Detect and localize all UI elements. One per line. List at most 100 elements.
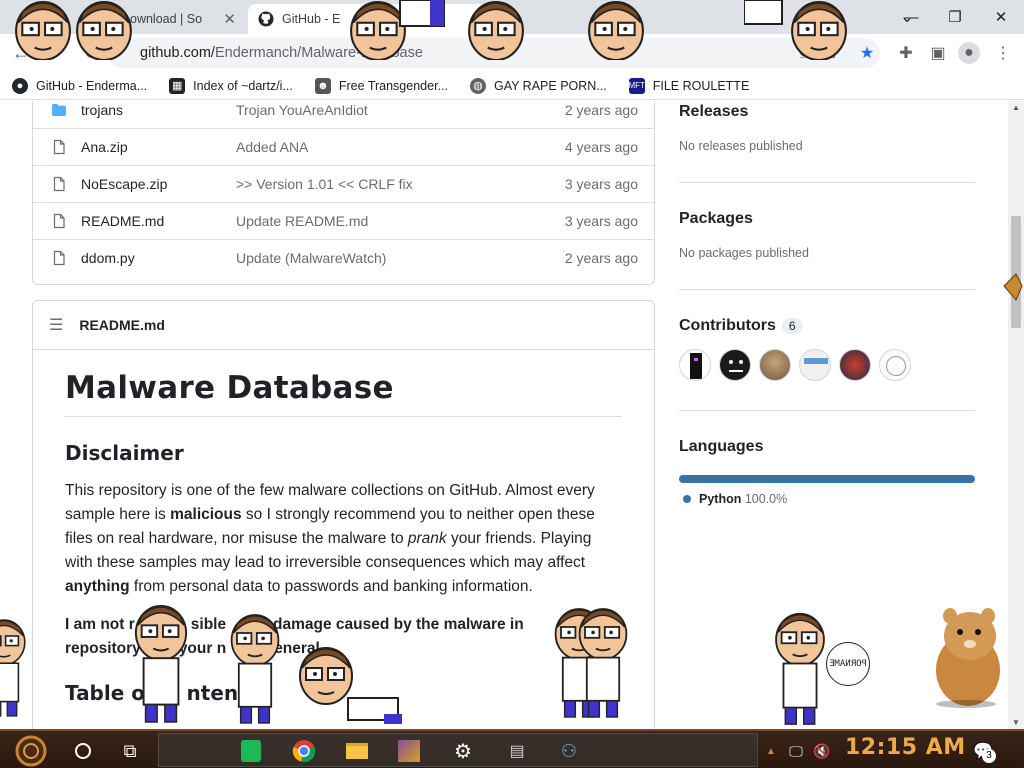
responsibility-paragraph: I am not r sible y damage caused by the ma… (65, 616, 524, 657)
file-row[interactable]: NoEscape.zip >> Version 1.01 << CRLF fix… (33, 165, 654, 202)
commit-message[interactable]: >> Version 1.01 << CRLF fix (236, 176, 413, 192)
close-button[interactable]: ✕ (978, 4, 1024, 30)
scroll-up-icon[interactable]: ▲ (1012, 103, 1020, 112)
mft-icon: MFT (629, 77, 645, 94)
address-bar[interactable]: github.com/Endermanch/Malware-Database (108, 38, 880, 68)
readme-panel: ☰ README.md Malware Database Disclaimer … (32, 300, 655, 729)
language-dot (683, 495, 691, 503)
avatar[interactable] (839, 349, 871, 381)
chrome-icon[interactable] (288, 735, 320, 767)
task-manager-icon[interactable]: ▤ (502, 735, 532, 767)
file-icon (53, 176, 65, 192)
side-panel-icon[interactable]: ▣ (927, 42, 949, 64)
tab-download[interactable]: ownload | So ✕ (0, 4, 246, 34)
winrar-icon[interactable] (394, 735, 424, 767)
divider (679, 289, 975, 290)
page-scrollbar[interactable]: ▲ ▼ (1008, 101, 1024, 729)
tray-overflow-icon[interactable]: ▲ (764, 735, 778, 767)
readme-filename[interactable]: README.md (79, 317, 165, 333)
releases-heading[interactable]: Releases (679, 103, 975, 121)
bookmark-label: Index of ~dartz/i... (193, 78, 293, 93)
file-name[interactable]: Ana.zip (81, 139, 128, 155)
menu-kebab-icon[interactable]: ⋮ (992, 42, 1014, 64)
contributor-avatars (679, 349, 975, 381)
bookmark-label: Free Transgender... (338, 78, 448, 93)
commit-message[interactable]: Update (MalwareWatch) (236, 250, 386, 266)
avatar[interactable] (719, 349, 751, 381)
bookmark-index-dartz[interactable]: ▦ Index of ~dartz/i... (169, 77, 293, 94)
profile-avatar-icon[interactable]: ● (958, 42, 980, 64)
bookmark-file-roulette[interactable]: MFT FILE ROULETTE (629, 77, 749, 94)
commit-time: 3 years ago (564, 213, 638, 229)
commit-message[interactable]: Added ANA (236, 139, 308, 155)
commit-message[interactable]: Update README.md (236, 213, 368, 229)
steampunk-orb-icon (15, 735, 47, 767)
bookmark-free-transgender[interactable]: ☻ Free Transgender... (314, 77, 448, 94)
tab-github[interactable]: GitHub - E (248, 4, 488, 34)
taskbar-clock[interactable]: 12:15 AM (845, 735, 966, 760)
file-name[interactable]: NoEscape.zip (81, 176, 167, 192)
file-icon (53, 139, 65, 155)
reload-icon[interactable]: ↻ (78, 41, 104, 65)
notes-app-icon[interactable] (236, 735, 266, 767)
github-icon: ● (12, 77, 28, 94)
bookmark-label: GAY RAPE PORN... (493, 78, 607, 93)
packages-heading[interactable]: Packages (679, 210, 975, 228)
avatar[interactable] (679, 349, 711, 381)
scrollbar-thumb[interactable] (1011, 216, 1021, 328)
scroll-down-icon[interactable]: ▼ (1012, 718, 1020, 727)
url-path: Endermanch/Malware-Database (214, 45, 423, 61)
bookmark-github[interactable]: ● GitHub - Enderma... (12, 77, 148, 94)
file-row[interactable]: Ana.zip Added ANA 4 years ago (33, 128, 654, 165)
avatar[interactable] (879, 349, 911, 381)
file-name[interactable]: trojans (81, 102, 123, 118)
bookmark-label: GitHub - Enderma... (36, 78, 148, 93)
search-circle-icon[interactable] (66, 735, 100, 767)
folder-icon (52, 103, 66, 116)
bookmark-globe[interactable]: ◍ GAY RAPE PORN... (469, 77, 607, 94)
bookmarks-bar: ● GitHub - Enderma... ▦ Index of ~dartz/i.… (0, 72, 1024, 100)
tab-strip: ownload | So ✕ GitHub - E ⌄ — ❐ ✕ (0, 0, 1024, 34)
network-icon[interactable]: 🖵 (786, 735, 806, 767)
language-bar (679, 475, 975, 483)
avatar[interactable] (799, 349, 831, 381)
share-icon[interactable]: ⇪ (822, 42, 844, 64)
language-name: Python (699, 492, 742, 506)
file-icon (53, 250, 65, 266)
close-tab-icon[interactable]: ✕ (223, 10, 236, 28)
contributors-heading[interactable]: Contributors 6 (679, 317, 975, 335)
readme-title: Malware Database (65, 370, 622, 417)
restore-button[interactable]: ❐ (932, 4, 978, 30)
commit-time: 3 years ago (564, 176, 638, 192)
avatar[interactable] (759, 349, 791, 381)
readme-body: Malware Database Disclaimer This reposit… (33, 350, 654, 705)
commit-time: 2 years ago (564, 101, 638, 118)
releases-section: Releases No releases published (679, 103, 975, 153)
settings-gear-icon[interactable]: ⚙ (448, 735, 478, 767)
start-button[interactable] (8, 735, 54, 767)
file-row[interactable]: trojans Trojan YouAreAnIdiot 2 years ago (33, 101, 654, 128)
globe-icon: ◍ (469, 77, 486, 94)
task-view-icon[interactable]: ⧉ (112, 735, 148, 767)
disclaimer-heading: Disclaimer (65, 441, 184, 465)
file-explorer-icon[interactable] (342, 735, 372, 767)
file-row[interactable]: README.md Update README.md 3 years ago (33, 202, 654, 239)
releases-empty: No releases published (679, 139, 803, 153)
back-arrow-icon[interactable]: ← (8, 41, 34, 65)
network-people-icon[interactable]: ⚇ (554, 735, 584, 767)
notification-badge: 3 (982, 749, 996, 763)
install-app-icon[interactable]: ⤓ (792, 42, 814, 64)
commit-message[interactable]: Trojan YouAreAnIdiot (236, 102, 368, 118)
extensions-puzzle-icon[interactable]: ✚ (895, 42, 917, 64)
readme-header: ☰ README.md (33, 301, 654, 350)
file-name[interactable]: ddom.py (81, 250, 135, 266)
volume-muted-icon[interactable]: 🔇 (812, 735, 832, 767)
contributors-label: Contributors (679, 317, 776, 334)
minimize-button[interactable]: — (888, 4, 934, 30)
browser-toolbar: ← ↻ github.com/Endermanch/Malware-Databa… (0, 34, 1024, 72)
file-row[interactable]: ddom.py Update (MalwareWatch) 2 years ag… (33, 239, 654, 276)
language-item[interactable]: Python 100.0% (679, 492, 975, 506)
bookmark-star-icon[interactable]: ★ (856, 42, 878, 64)
file-name[interactable]: README.md (81, 213, 164, 229)
list-outline-icon[interactable]: ☰ (49, 315, 63, 335)
